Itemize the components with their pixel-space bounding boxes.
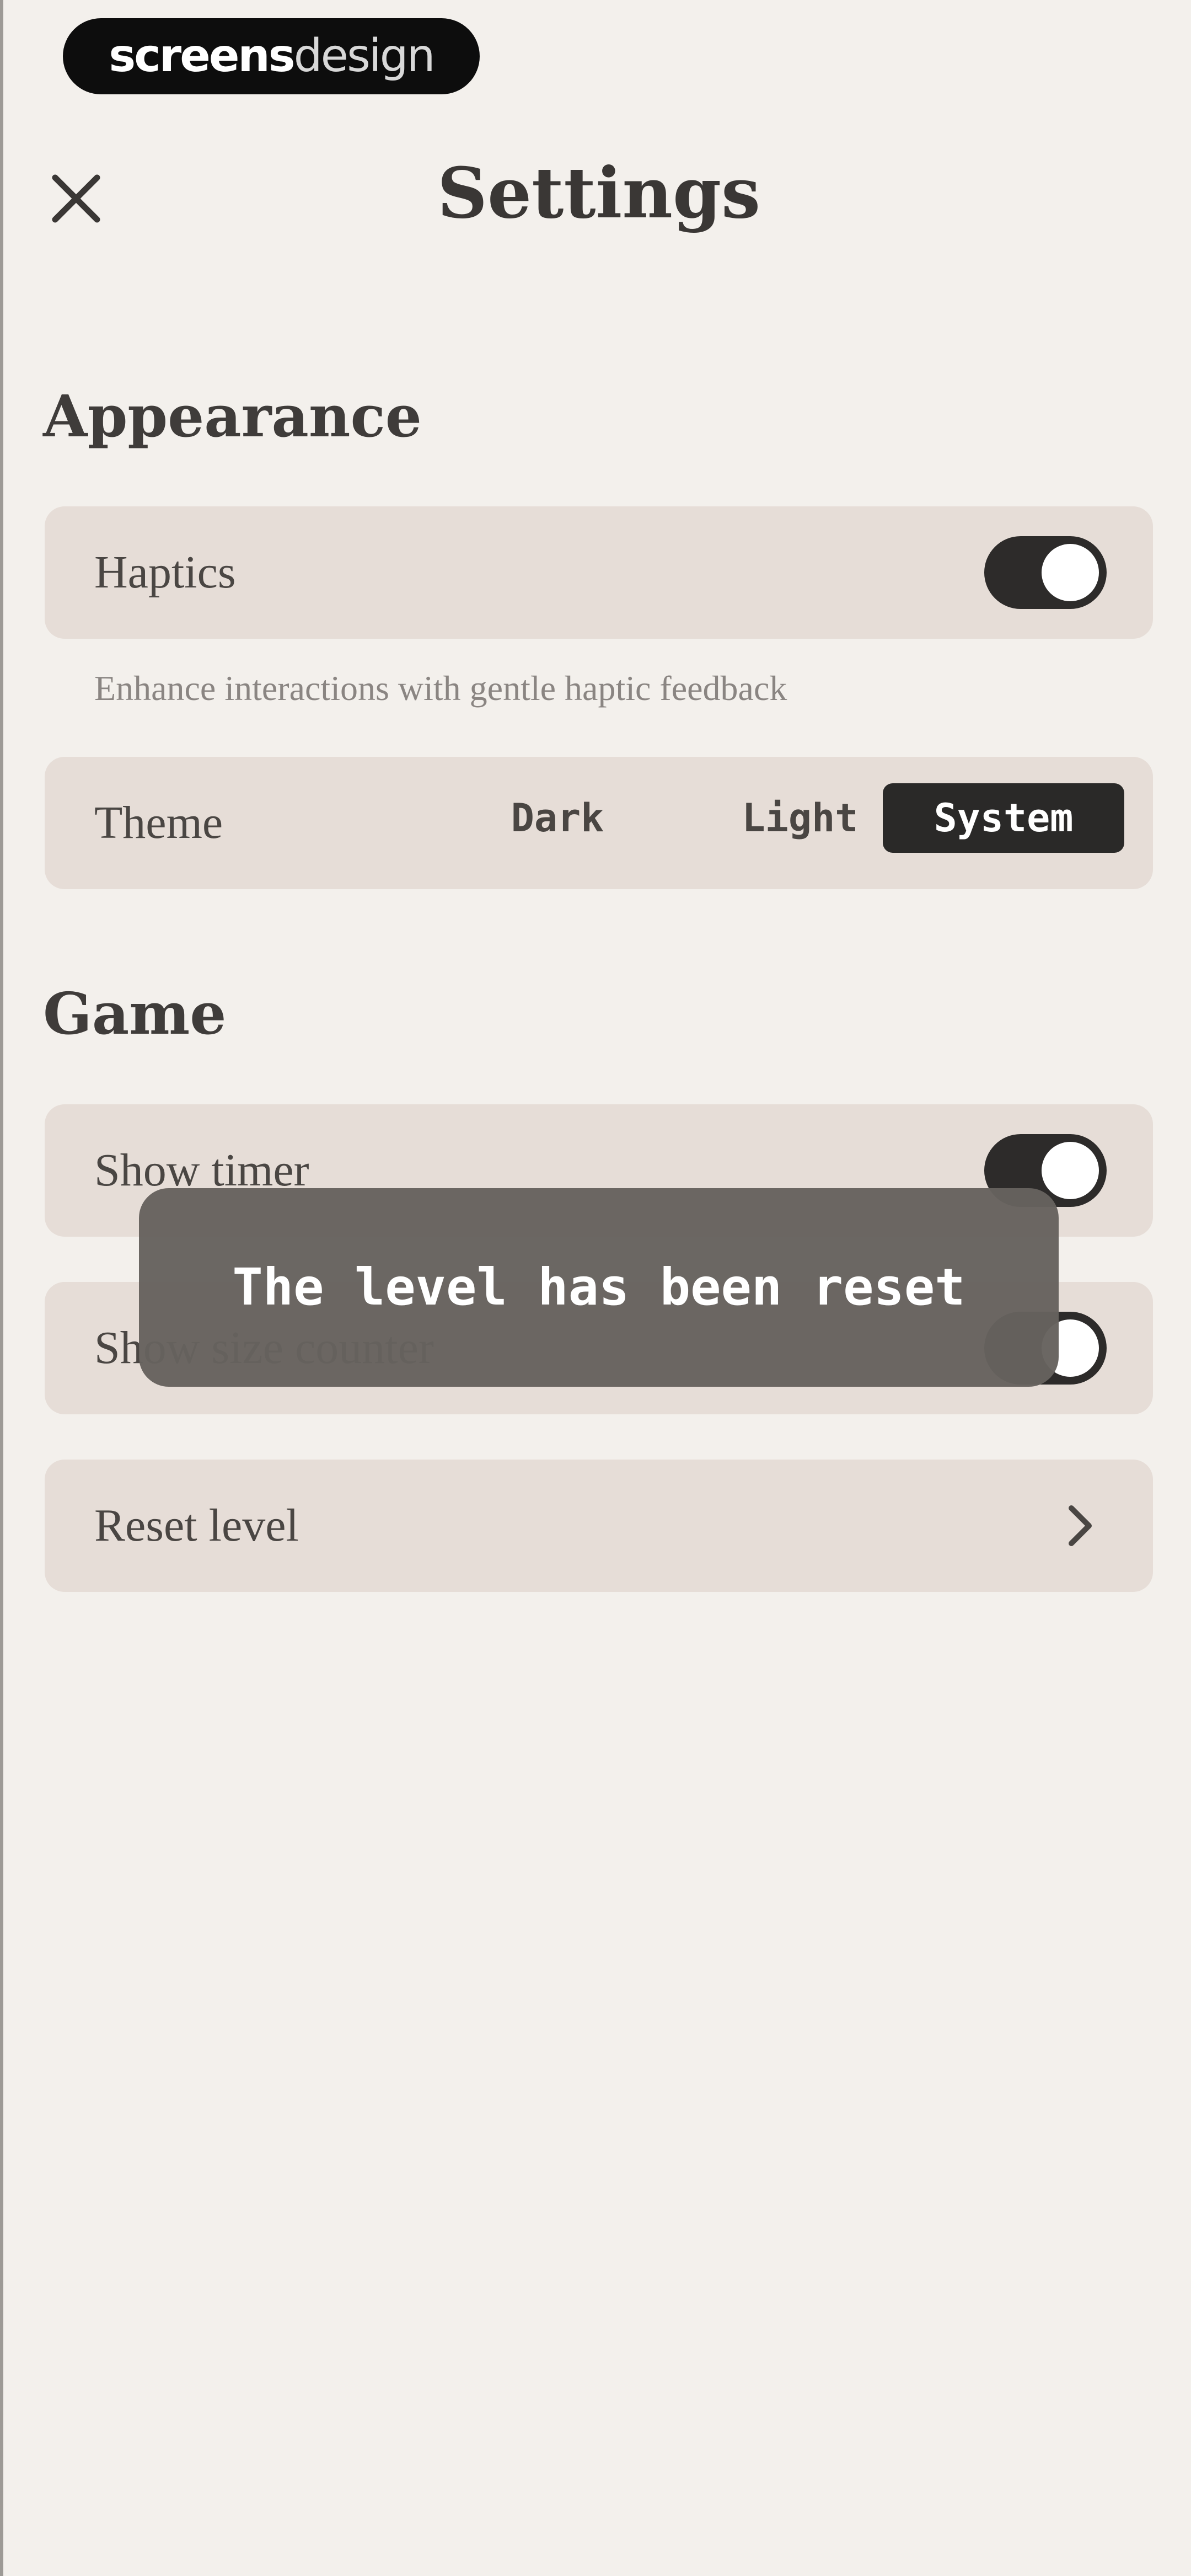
theme-option-light[interactable]: Light bbox=[684, 783, 916, 853]
watermark-text-bold: screens bbox=[109, 30, 295, 82]
reset-level-row[interactable]: Reset level bbox=[45, 1460, 1153, 1592]
toast-notification: The level has been reset bbox=[139, 1188, 1059, 1387]
chevron-right-icon bbox=[1054, 1499, 1107, 1552]
theme-label: Theme bbox=[94, 797, 223, 848]
reset-level-label: Reset level bbox=[94, 1500, 299, 1551]
haptics-toggle[interactable] bbox=[984, 536, 1107, 609]
section-heading-game: Game bbox=[43, 980, 227, 1047]
haptics-helper-text: Enhance interactions with gentle haptic … bbox=[94, 669, 787, 708]
toggle-knob bbox=[1042, 544, 1099, 601]
page-title: Settings bbox=[437, 152, 761, 234]
haptics-row: Haptics bbox=[45, 506, 1153, 639]
theme-row: Theme Dark Light System bbox=[45, 757, 1153, 889]
haptics-label: Haptics bbox=[94, 547, 236, 598]
watermark-text-light: design bbox=[293, 30, 436, 82]
theme-option-system[interactable]: System bbox=[883, 783, 1124, 853]
settings-screen: screens design Settings Appearance Haptic… bbox=[0, 0, 1191, 2576]
theme-option-dark[interactable]: Dark bbox=[442, 783, 673, 853]
section-heading-appearance: Appearance bbox=[43, 382, 422, 450]
toast-message: The level has been reset bbox=[232, 1258, 965, 1317]
toggle-knob bbox=[1042, 1142, 1099, 1199]
watermark-badge: screens design bbox=[63, 18, 480, 94]
